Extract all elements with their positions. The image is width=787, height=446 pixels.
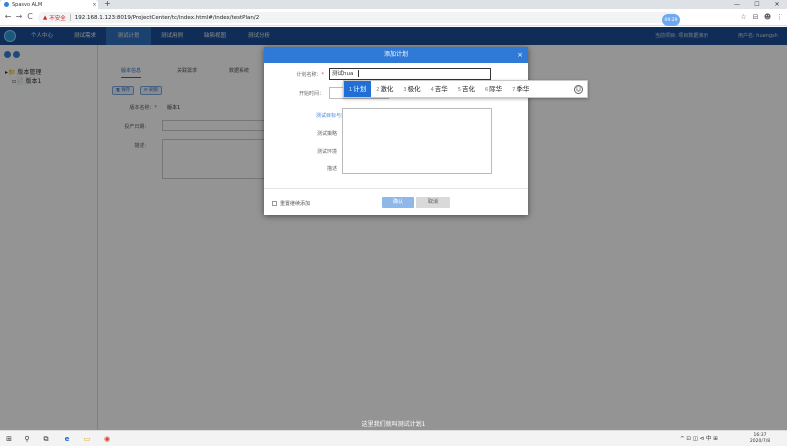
back-icon[interactable]: ← bbox=[3, 12, 13, 22]
address-bar-row: ← → C ▲ 不安全 192.168.1.123:8019/ProjectCe… bbox=[0, 9, 787, 26]
tab-close-icon[interactable]: × bbox=[91, 2, 98, 8]
continue-add-label: 重置继续添加 bbox=[280, 201, 311, 207]
ime-candidate-number: 1 bbox=[349, 87, 353, 93]
ime-candidate-text: 激化 bbox=[380, 85, 394, 93]
ime-candidate-text: 际华 bbox=[489, 85, 503, 93]
dialog-close-icon[interactable]: × bbox=[517, 47, 523, 63]
test-strategy-label: 测试策略 bbox=[316, 131, 337, 137]
ime-candidate[interactable]: 1计划 bbox=[344, 81, 372, 97]
security-label: 不安全 bbox=[49, 15, 66, 22]
start-time-label: 开始时间： bbox=[298, 91, 324, 97]
ime-candidate-text: 极化 bbox=[407, 85, 421, 93]
url-separator bbox=[69, 14, 71, 21]
profile-avatar[interactable]: 09:29 bbox=[662, 14, 680, 26]
ime-candidate-text: 吉华 bbox=[434, 85, 448, 93]
ime-candidate-text: 计划 bbox=[353, 85, 367, 93]
ime-candidate-number: 6 bbox=[484, 87, 489, 93]
add-plan-dialog: 添加计划 × 计划名称：* 测试hua 开始时间： 测试目标与范围 测试策略 测… bbox=[264, 47, 528, 215]
start-icon[interactable]: ⊞ bbox=[4, 434, 14, 444]
required-mark: * bbox=[321, 72, 325, 78]
cast-icon[interactable]: ⊟ bbox=[751, 13, 760, 22]
file-explorer-icon[interactable]: ▭ bbox=[82, 434, 92, 444]
browser-tab[interactable]: Spasvo ALM × bbox=[0, 0, 98, 9]
browser-tab-strip: Spasvo ALM × + — ☐ ✕ bbox=[0, 0, 787, 9]
ime-candidate[interactable]: 2激化 bbox=[371, 81, 398, 97]
ime-candidate-number: 4 bbox=[430, 87, 434, 93]
ime-candidate-number: 5 bbox=[457, 87, 461, 93]
plan-name-label-text: 计划名称： bbox=[296, 72, 322, 78]
test-environment-label: 测试环境 bbox=[316, 149, 337, 155]
tab-title: Spasvo ALM bbox=[12, 1, 43, 8]
plan-description-label: 描述 bbox=[326, 166, 337, 172]
continue-add-checkbox[interactable] bbox=[272, 201, 277, 206]
ime-candidate-number: 3 bbox=[403, 87, 407, 93]
dialog-divider bbox=[264, 188, 528, 189]
forward-icon[interactable]: → bbox=[14, 12, 24, 22]
url-bar[interactable]: ▲ 不安全 192.168.1.123:8019/ProjectCenter/t… bbox=[38, 12, 678, 23]
close-window-button[interactable]: ✕ bbox=[767, 0, 787, 9]
clock-date: 2020/7/8 bbox=[749, 439, 771, 444]
warning-icon: ▲ bbox=[43, 14, 48, 21]
minimize-button[interactable]: — bbox=[727, 0, 747, 9]
ime-candidate-number: 2 bbox=[376, 87, 380, 93]
ime-candidate-bar: 1计划 2激化 3极化 4吉华 5吉化 6际华 7季华 ☺ bbox=[343, 80, 588, 98]
url-text: 192.168.1.123:8019/ProjectCenter/tc/inde… bbox=[74, 14, 260, 21]
ime-candidate[interactable]: 6际华 bbox=[480, 81, 507, 97]
chrome-icon[interactable]: ◉ bbox=[102, 434, 112, 444]
plan-name-input[interactable]: 测试hua bbox=[329, 68, 491, 80]
new-tab-button[interactable]: + bbox=[103, 0, 112, 9]
video-subtitle: 这里我们就叫测试计划1 bbox=[361, 421, 426, 428]
plan-name-value: 测试hua bbox=[332, 71, 354, 77]
dialog-header: 添加计划 × bbox=[264, 47, 528, 63]
ime-candidate[interactable]: 3极化 bbox=[398, 81, 425, 97]
dialog-title: 添加计划 bbox=[383, 51, 408, 58]
account-icon[interactable]: ☻ bbox=[763, 13, 772, 22]
bookmark-star-icon[interactable]: ☆ bbox=[739, 13, 748, 22]
ime-candidate[interactable]: 7季华 bbox=[507, 81, 534, 97]
plan-name-label: 计划名称：* bbox=[264, 71, 324, 78]
taskbar: ⊞ ⚲ ⧉ e ▭ ◉ ^ ⊡ ◫ ⊲ 中 ⊞ 16:37 2020/7/8 bbox=[0, 430, 787, 446]
ime-candidate-number: 7 bbox=[512, 87, 516, 93]
task-view-icon[interactable]: ⧉ bbox=[41, 434, 51, 444]
ime-candidate[interactable]: 4吉华 bbox=[426, 81, 453, 97]
system-tray[interactable]: ^ ⊡ ◫ ⊲ 中 ⊞ bbox=[680, 431, 718, 446]
cancel-button[interactable]: 取消 bbox=[416, 197, 450, 208]
favicon-icon bbox=[4, 2, 9, 7]
maximize-button[interactable]: ☐ bbox=[747, 0, 767, 9]
ime-candidate[interactable]: 5吉化 bbox=[453, 81, 480, 97]
edge-icon[interactable]: e bbox=[62, 434, 72, 444]
emoji-icon[interactable]: ☺ bbox=[574, 85, 583, 94]
confirm-button[interactable]: 确认 bbox=[382, 197, 414, 208]
text-cursor-icon bbox=[358, 70, 360, 77]
test-goal-textarea[interactable] bbox=[342, 108, 492, 174]
ime-candidate-text: 吉化 bbox=[461, 85, 475, 93]
clock[interactable]: 16:37 2020/7/8 bbox=[748, 433, 772, 445]
reload-icon[interactable]: C bbox=[25, 12, 35, 22]
more-menu-icon[interactable]: ⋮ bbox=[775, 13, 784, 22]
search-icon[interactable]: ⚲ bbox=[22, 434, 32, 444]
ime-candidate-text: 季华 bbox=[516, 85, 530, 93]
